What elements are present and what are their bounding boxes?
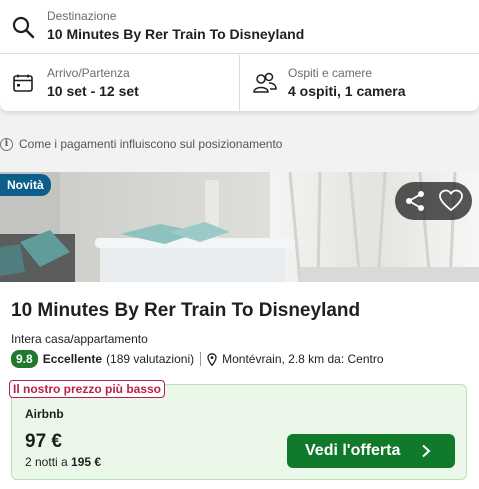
divider (200, 352, 202, 366)
destination-field[interactable]: Destinazione 10 Minutes By Rer Train To … (0, 0, 479, 54)
rating-word: Eccellente (42, 352, 103, 366)
destination-value: 10 Minutes By Rer Train To Disneyland (47, 26, 305, 42)
search-icon (12, 16, 35, 39)
dates-label: Arrivo/Partenza (47, 66, 130, 80)
payment-ranking-text: Come i pagamenti influiscono sul posizio… (19, 137, 283, 151)
rating-location-row: 9.8 Eccellente (189 valutazioni) Montévr… (11, 350, 384, 368)
total-price-line: 2 notti a 195 € (25, 455, 101, 469)
payment-ranking-info[interactable]: i Come i pagamenti influiscono sul posiz… (0, 135, 282, 153)
calendar-icon (13, 74, 33, 92)
best-deal-box[interactable]: Airbnb 97 € 2 notti a 195 € Vedi l'offer… (11, 384, 467, 480)
guests-field[interactable]: Ospiti e camere 4 ospiti, 1 camera (240, 55, 479, 111)
listing-photo[interactable]: Novità (0, 172, 479, 282)
nightly-price: 97 € (25, 431, 62, 452)
dates-value: 10 set - 12 set (47, 83, 139, 99)
provider-name: Airbnb (25, 407, 64, 421)
nights-total: 195 € (71, 455, 102, 469)
lowest-price-badge: Il nostro prezzo più basso (9, 380, 166, 398)
new-badge: Novità (0, 174, 51, 196)
search-summary-card: Destinazione 10 Minutes By Rer Train To … (0, 0, 479, 111)
listing-card[interactable]: Novità 10 Minutes By Rer Train To Disney… (0, 172, 479, 489)
map-pin-icon (207, 352, 217, 366)
property-type: Intera casa/appartamento (11, 332, 148, 346)
photo-actions (395, 182, 472, 220)
rating-score: 9.8 (11, 350, 38, 368)
dates-field[interactable]: Arrivo/Partenza 10 set - 12 set (0, 55, 240, 111)
view-offer-button[interactable]: Vedi l'offerta (287, 434, 455, 468)
share-icon[interactable] (403, 189, 427, 213)
heart-icon[interactable] (438, 189, 464, 213)
destination-label: Destinazione (47, 9, 117, 23)
guests-label: Ospiti e camere (288, 66, 373, 80)
nights-prefix: 2 notti a (25, 455, 68, 469)
location-text: Montévrain, 2.8 km da: Centro (222, 352, 384, 366)
chevron-right-icon (422, 444, 431, 458)
review-count: (189 valutazioni) (106, 352, 195, 366)
info-icon: i (0, 137, 13, 151)
view-offer-label: Vedi l'offerta (305, 442, 401, 459)
listing-title[interactable]: 10 Minutes By Rer Train To Disneyland (11, 300, 360, 322)
guests-value: 4 ospiti, 1 camera (288, 83, 406, 99)
people-icon (253, 72, 277, 93)
